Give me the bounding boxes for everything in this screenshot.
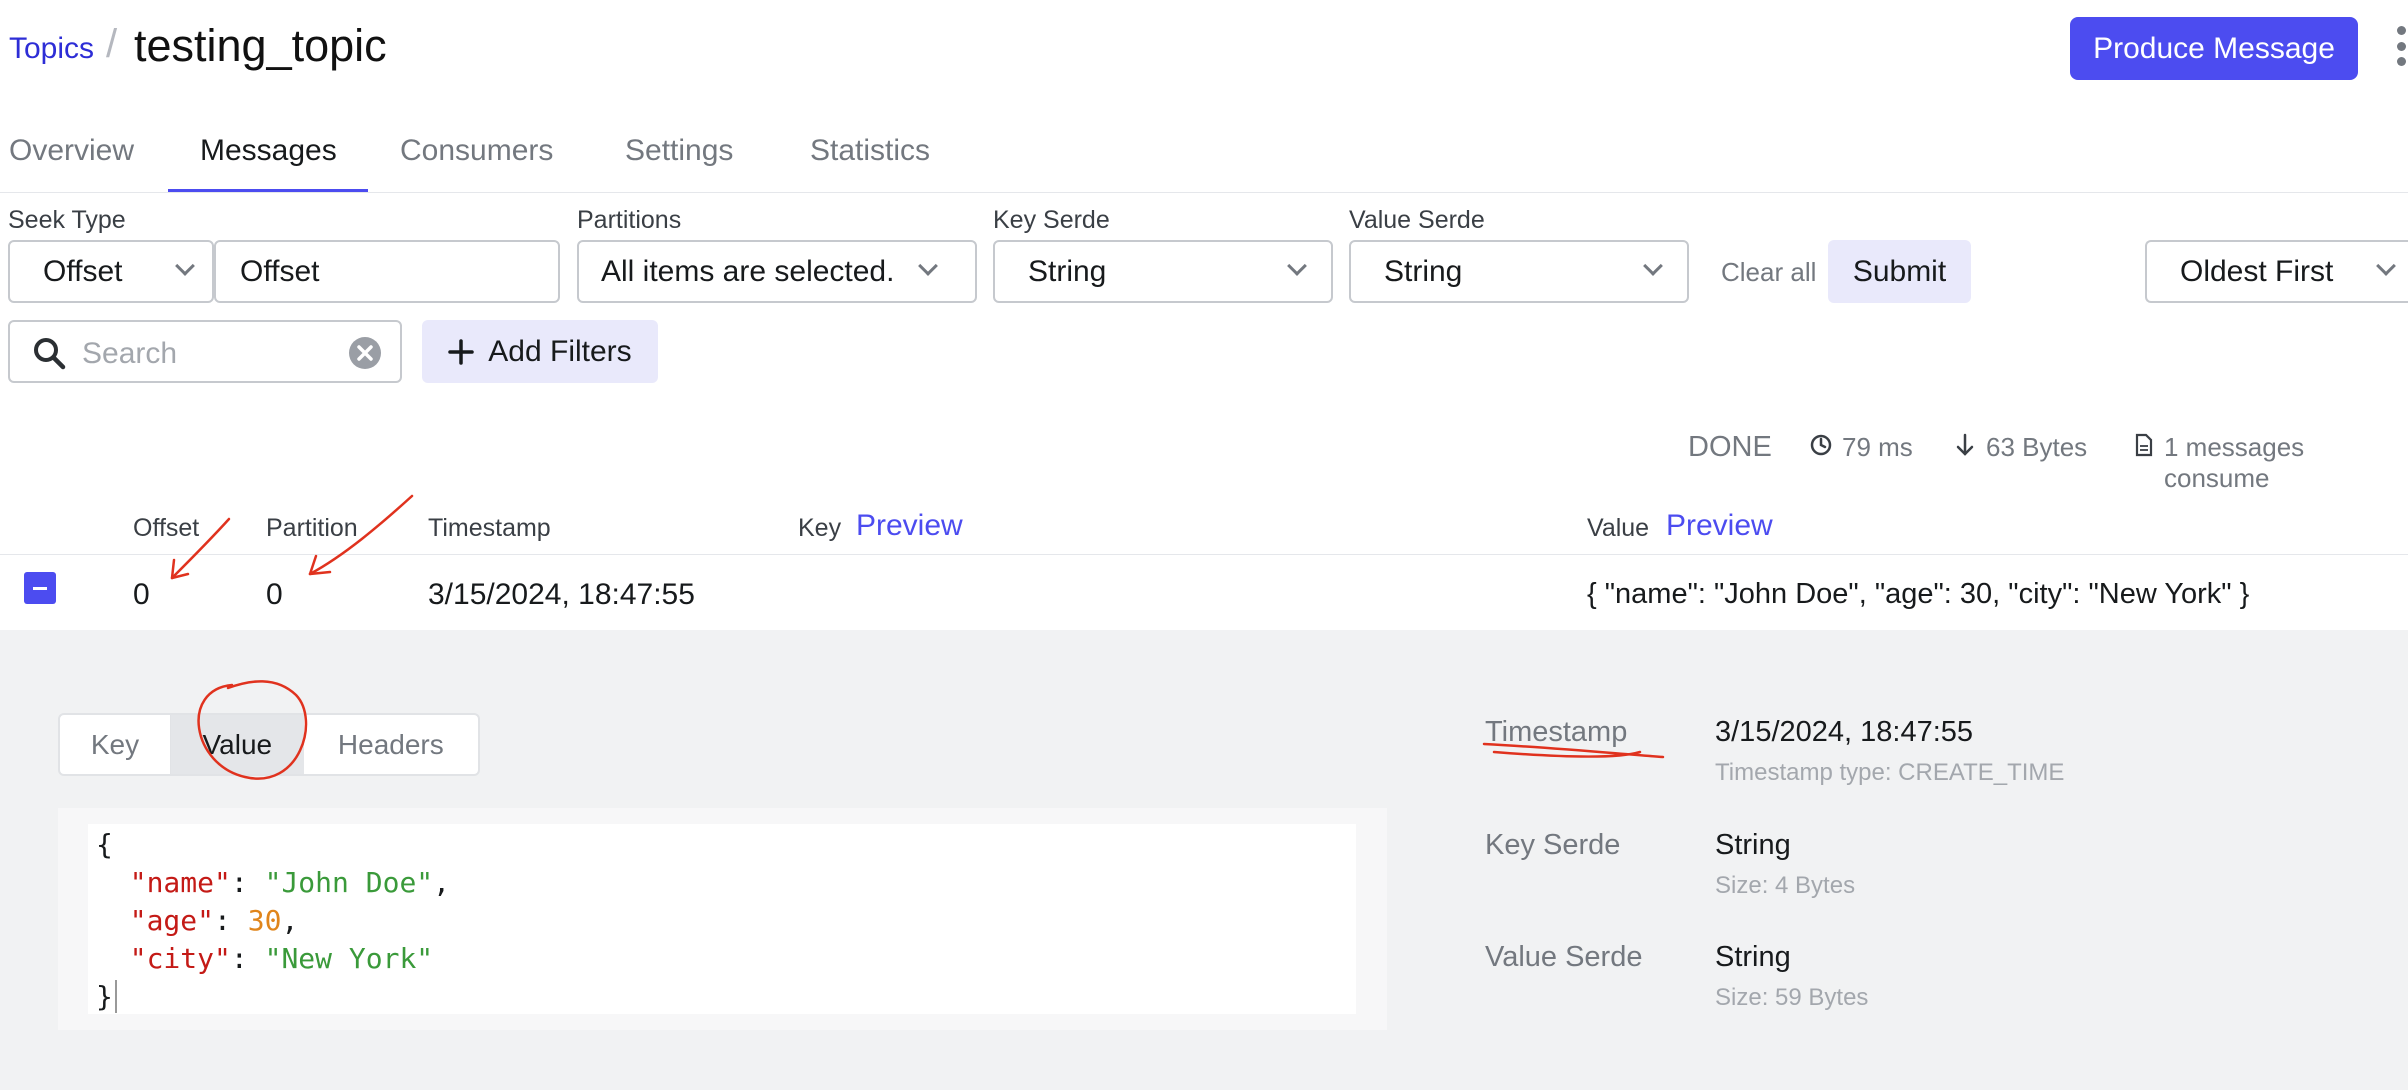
search-placeholder: Search	[82, 337, 178, 370]
json-open-brace: {	[96, 828, 113, 861]
json-value: "New York"	[264, 942, 434, 975]
chevron-down-icon	[2376, 256, 2396, 276]
messages-consumed: 1 messages consume	[2164, 432, 2305, 493]
details-tab-key[interactable]: Key	[60, 715, 171, 774]
meta-key-serde-label: Key Serde	[1485, 829, 1621, 861]
seek-type-value: Offset	[43, 254, 123, 288]
value-serde-label: Value Serde	[1349, 206, 1485, 234]
key-preview-link[interactable]: Preview	[856, 509, 963, 543]
value-serde-value: String	[1384, 254, 1463, 288]
meta-timestamp-label: Timestamp	[1485, 716, 1628, 748]
tabs-divider	[0, 192, 2408, 193]
search-input[interactable]	[8, 320, 402, 383]
value-preview-link[interactable]: Preview	[1666, 509, 1773, 543]
json-comma: ,	[281, 904, 299, 937]
json-comma: ,	[433, 866, 451, 899]
meta-value-serde-label: Value Serde	[1485, 941, 1643, 973]
chevron-down-icon	[175, 256, 195, 276]
clock-icon	[1810, 434, 1832, 456]
clear-all-button[interactable]: Clear all	[1721, 257, 1816, 288]
add-filters-label: Add Filters	[488, 334, 632, 368]
elapsed-time: 79 ms	[1842, 432, 1913, 462]
json-value: "John Doe"	[264, 866, 434, 899]
json-key: "age"	[129, 904, 215, 937]
meta-value-serde-value: String	[1715, 941, 1791, 973]
sort-order-value: Oldest First	[2180, 254, 2334, 288]
meta-key-size: Size: 4 Bytes	[1715, 872, 1856, 899]
collapse-row-button[interactable]	[24, 572, 56, 604]
table-header-divider	[0, 554, 2408, 555]
clear-search-icon[interactable]	[348, 336, 382, 370]
row-timestamp: 3/15/2024, 18:47:55	[428, 578, 695, 611]
minus-icon	[33, 586, 47, 590]
details-tab-headers[interactable]: Headers	[304, 715, 478, 774]
json-code-viewer[interactable]: { "name": "John Doe", "age": 30, "city":…	[88, 824, 1356, 1014]
add-filters-button[interactable]: Add Filters	[422, 320, 658, 383]
annotation-arrow-offset-head	[170, 558, 190, 580]
column-partition: Partition	[266, 514, 358, 542]
document-icon	[2135, 433, 2153, 457]
row-value: { "name": "John Doe", "age": 30, "city":…	[1587, 578, 2250, 610]
plus-icon	[448, 338, 475, 365]
key-serde-label: Key Serde	[993, 206, 1110, 234]
status-text: DONE	[1688, 431, 1772, 463]
meta-key-serde-value: String	[1715, 829, 1791, 861]
breadcrumb-topics-link[interactable]: Topics	[9, 32, 94, 66]
json-close-brace: }	[96, 980, 113, 1013]
more-options-icon[interactable]	[2394, 26, 2408, 66]
partitions-label: Partitions	[577, 206, 682, 234]
column-timestamp: Timestamp	[428, 514, 551, 542]
key-serde-select[interactable]: String	[993, 240, 1333, 303]
row-offset: 0	[133, 578, 150, 611]
meta-timestamp-type: Timestamp type: CREATE_TIME	[1715, 759, 2065, 786]
json-key: "name"	[129, 866, 231, 899]
arrow-down-icon	[1956, 433, 1974, 456]
details-tabs: Key Value Headers	[58, 713, 480, 776]
column-offset: Offset	[133, 514, 200, 542]
breadcrumb-separator: /	[106, 22, 118, 66]
produce-message-button[interactable]: Produce Message	[2070, 17, 2358, 80]
partitions-select[interactable]: All items are selected.	[577, 240, 977, 303]
row-partition: 0	[266, 578, 283, 611]
submit-button[interactable]: Submit	[1828, 240, 1971, 303]
tab-consumers[interactable]: Consumers	[400, 134, 553, 168]
details-tab-value[interactable]: Value	[170, 715, 304, 774]
meta-value-size: Size: 59 Bytes	[1715, 984, 1869, 1011]
seek-type-label: Seek Type	[8, 206, 126, 234]
json-key: "city"	[129, 942, 231, 975]
column-value: Value	[1587, 514, 1650, 542]
column-key: Key	[798, 514, 842, 542]
seek-type-select[interactable]: Offset	[8, 240, 214, 303]
page-title: testing_topic	[134, 20, 387, 71]
search-icon	[34, 338, 66, 370]
key-serde-value: String	[1028, 254, 1107, 288]
tab-overview[interactable]: Overview	[9, 134, 134, 168]
tab-messages[interactable]: Messages	[200, 134, 337, 168]
annotation-arrow-partition-head	[308, 554, 332, 576]
seek-offset-value: Offset	[240, 254, 320, 288]
bytes-consumed: 63 Bytes	[1986, 432, 2088, 462]
json-value: 30	[247, 904, 282, 937]
chevron-down-icon	[918, 256, 938, 276]
meta-timestamp-value: 3/15/2024, 18:47:55	[1715, 716, 1974, 748]
tab-statistics[interactable]: Statistics	[810, 134, 930, 168]
chevron-down-icon	[1643, 256, 1663, 276]
partitions-value: All items are selected.	[601, 254, 895, 288]
chevron-down-icon	[1287, 256, 1307, 276]
sort-order-select[interactable]: Oldest First	[2145, 240, 2408, 303]
seek-offset-input[interactable]: Offset	[214, 240, 560, 303]
tab-settings[interactable]: Settings	[625, 134, 733, 168]
value-serde-select[interactable]: String	[1349, 240, 1689, 303]
